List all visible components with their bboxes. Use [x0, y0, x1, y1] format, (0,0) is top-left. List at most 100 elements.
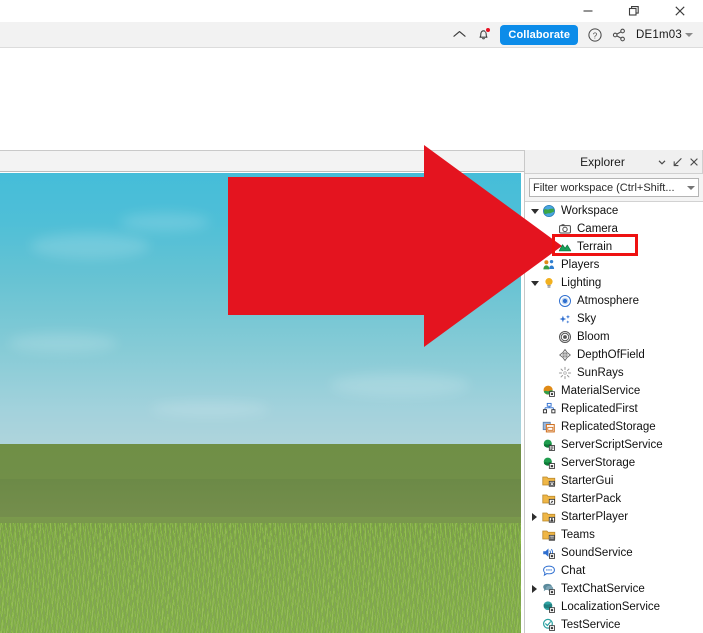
tree-item-label: StarterPlayer — [561, 511, 629, 523]
tree-item-label: SoundService — [561, 547, 633, 559]
tree-item-soundservice[interactable]: SoundService — [525, 544, 703, 562]
twisty-spacer — [528, 616, 541, 633]
account-toolbar: Collaborate ? DE1m03 — [0, 22, 703, 48]
tree-item-replicatedfirst[interactable]: ReplicatedFirst — [525, 400, 703, 418]
replicated-storage-icon — [541, 419, 557, 435]
cloud — [8, 333, 118, 353]
replicated-first-icon — [541, 401, 557, 417]
tree-item-label: ServerStorage — [561, 457, 636, 469]
twisty-spacer — [528, 490, 541, 508]
tree-item-label: StarterPack — [561, 493, 622, 505]
tree-item-textchatservice[interactable]: TextChatService — [525, 580, 703, 598]
tree-item-label: ServerScriptService — [561, 439, 663, 451]
window-title-bar — [0, 0, 703, 22]
server-storage-icon — [541, 455, 557, 471]
twisty-spacer — [528, 544, 541, 562]
tree-item-serverscriptservice[interactable]: ServerScriptService — [525, 436, 703, 454]
tree-item-label: ReplicatedStorage — [561, 421, 656, 433]
test-service-icon — [541, 617, 557, 633]
tree-item-label: SunRays — [577, 367, 624, 379]
notification-dot — [485, 26, 492, 33]
tree-item-label: Chat — [561, 565, 586, 577]
tree-item-testservice[interactable]: TestService — [525, 616, 703, 633]
chevron-right-icon[interactable] — [528, 508, 541, 526]
tree-item-label: TextChatService — [561, 583, 645, 595]
tree-item-label: Camera — [577, 223, 618, 235]
tree-item-label: Workspace — [561, 205, 619, 217]
twisty-spacer — [528, 382, 541, 400]
tree-item-label: Lighting — [561, 277, 602, 289]
sound-service-icon — [541, 545, 557, 561]
tree-item-startergui[interactable]: StarterGui — [525, 472, 703, 490]
cloud — [120, 213, 210, 231]
twisty-spacer — [528, 598, 541, 616]
twisty-spacer — [528, 418, 541, 436]
account-username[interactable]: DE1m03 — [631, 29, 685, 41]
home-icon[interactable] — [447, 24, 471, 46]
restore-icon[interactable] — [611, 0, 657, 22]
red-pointer-arrow — [228, 145, 562, 347]
text-chat-service-icon — [541, 581, 557, 597]
ground-far — [0, 444, 521, 480]
share-icon[interactable] — [607, 24, 631, 46]
cloud — [30, 233, 150, 259]
twisty-spacer — [528, 436, 541, 454]
twisty-spacer — [528, 400, 541, 418]
undock-icon[interactable] — [670, 151, 686, 173]
cloud — [330, 373, 470, 397]
tree-item-replicatedstorage[interactable]: ReplicatedStorage — [525, 418, 703, 436]
question-circle-icon[interactable]: ? — [583, 24, 607, 46]
minimize-icon[interactable] — [565, 0, 611, 22]
tree-item-label: ReplicatedFirst — [561, 403, 638, 415]
depth-of-field-icon — [557, 347, 573, 363]
svg-text:?: ? — [593, 31, 598, 40]
tree-item-label: DepthOfField — [577, 349, 645, 361]
tree-item-chat[interactable]: Chat — [525, 562, 703, 580]
twisty-spacer — [544, 346, 557, 364]
chevron-down-icon[interactable] — [654, 151, 670, 173]
tree-item-label: Sky — [577, 313, 597, 325]
tree-item-label: Terrain — [577, 241, 613, 253]
close-icon[interactable] — [686, 151, 702, 173]
twisty-spacer — [528, 526, 541, 544]
chat-bubble-icon — [541, 563, 557, 579]
tree-item-sunrays[interactable]: SunRays — [525, 364, 703, 382]
tree-item-label: Teams — [561, 529, 595, 541]
server-script-service-icon — [541, 437, 557, 453]
bell-icon[interactable] — [471, 24, 495, 46]
starter-gui-folder-icon — [541, 473, 557, 489]
tree-item-label: Atmosphere — [577, 295, 640, 307]
twisty-spacer — [528, 562, 541, 580]
studio-window: Collaborate ? DE1m03 Explorer Filter wor… — [0, 0, 703, 633]
tree-item-label: MaterialService — [561, 385, 641, 397]
tree-item-label: StarterGui — [561, 475, 614, 487]
cloud — [150, 401, 270, 417]
chevron-down-icon[interactable] — [687, 185, 695, 190]
tree-item-starterpack[interactable]: StarterPack — [525, 490, 703, 508]
tree-item-label: Players — [561, 259, 600, 271]
twisty-spacer — [528, 472, 541, 490]
starter-player-folder-icon — [541, 509, 557, 525]
localization-service-icon — [541, 599, 557, 615]
tree-item-depthoffield[interactable]: DepthOfField — [525, 346, 703, 364]
grass-terrain — [0, 523, 521, 633]
sunrays-icon — [557, 365, 573, 381]
starter-pack-folder-icon — [541, 491, 557, 507]
chevron-down-icon[interactable] — [685, 32, 693, 37]
close-icon[interactable] — [657, 0, 703, 22]
teams-folder-icon — [541, 527, 557, 543]
tree-item-label: Bloom — [577, 331, 610, 343]
chevron-right-icon[interactable] — [528, 580, 541, 598]
twisty-spacer — [544, 364, 557, 382]
tree-item-serverstorage[interactable]: ServerStorage — [525, 454, 703, 472]
material-service-icon — [541, 383, 557, 399]
collaborate-button[interactable]: Collaborate — [500, 24, 579, 45]
tree-item-teams[interactable]: Teams — [525, 526, 703, 544]
tree-item-starterplayer[interactable]: StarterPlayer — [525, 508, 703, 526]
tree-item-label: TestService — [561, 619, 621, 631]
ribbon-blank-area — [0, 49, 703, 150]
tree-item-materialservice[interactable]: MaterialService — [525, 382, 703, 400]
tree-item-localizationservice[interactable]: LocalizationService — [525, 598, 703, 616]
tree-item-label: LocalizationService — [561, 601, 661, 613]
twisty-spacer — [528, 454, 541, 472]
